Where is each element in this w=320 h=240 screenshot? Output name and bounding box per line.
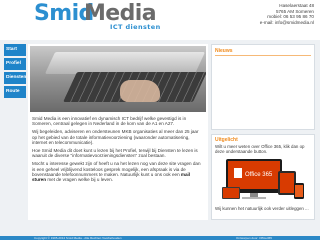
- main-content: Smid Media is een innovatief en dynamisc…: [28, 44, 208, 220]
- sidebar: Nieuws Uitgelicht Wilt u meer weten over…: [211, 44, 315, 220]
- hand-on-keyboard: [120, 80, 160, 102]
- nav-item-profiel[interactable]: Profiel: [4, 58, 26, 72]
- footer-copyright: Copyright © 1995-2014 Smid Media - Alle …: [34, 236, 122, 240]
- address-email[interactable]: e-mail: info@smidmedia.nl: [260, 20, 314, 26]
- featured-title: Uitgelicht: [215, 137, 238, 143]
- office-logo-icon: [234, 168, 242, 178]
- featured-text-2: Wij kunnen het natuurlijk ook verder uit…: [215, 206, 309, 211]
- intro-paragraph-4b: Natuurlijk kunt u ons ook een: [120, 172, 181, 178]
- featured-text: Wilt u meer weten over Office 365, klik …: [215, 144, 305, 155]
- news-box: Nieuws: [211, 44, 315, 130]
- laptop-display: [223, 188, 239, 198]
- news-title: Nieuws: [215, 48, 233, 54]
- contact-address: Haselaerstaat 48 5765 AM Someren mobiel:…: [260, 3, 314, 25]
- phone-screen: [295, 185, 303, 197]
- featured-box: Uitgelicht Wilt u meer weten over Office…: [211, 134, 315, 220]
- intro-paragraph-4c: met de vragen welke bij u leven.: [46, 177, 113, 183]
- nav-item-start[interactable]: Start: [4, 44, 26, 58]
- intro-paragraph-2: Wij begeleiden, adviseren en ondersteune…: [32, 129, 199, 145]
- intro-paragraph-1: Smid Media is een innovatief en dynamisc…: [32, 116, 187, 127]
- news-divider: [215, 55, 311, 56]
- office365-label: Office 365: [245, 172, 273, 178]
- intro-paragraph-3: Hoe Smid Media dit doet kunt u lezen bij…: [32, 148, 198, 159]
- nav-item-diensten[interactable]: Diensten: [4, 72, 26, 86]
- main-nav: Start Profiel Diensten Route: [4, 44, 26, 100]
- keyboard-frame: [44, 52, 206, 74]
- monitor-stand: [250, 193, 258, 197]
- footer: Copyright © 1995-2014 Smid Media - Alle …: [0, 236, 320, 240]
- intro-paragraph-4: Mocht u interesse gewekt zijn of heeft u…: [32, 161, 204, 182]
- hero-keyboard-image: [30, 46, 206, 112]
- nav-item-route[interactable]: Route: [4, 86, 26, 100]
- tablet-screen: [280, 173, 294, 193]
- logo-subtitle: ICT diensten: [110, 23, 161, 31]
- address-mobile: mobiel: 06 53 95 86 70: [267, 14, 314, 20]
- monitor-base: [242, 197, 266, 199]
- header: Smid Media ICT diensten Haselaerstaat 48…: [0, 0, 320, 40]
- intro-text: Smid Media is een innovatief en dynamisc…: [32, 116, 204, 185]
- office365-button[interactable]: Office 365: [222, 157, 306, 201]
- footer-designed-by[interactable]: Ontworpen door: Office365: [236, 236, 272, 240]
